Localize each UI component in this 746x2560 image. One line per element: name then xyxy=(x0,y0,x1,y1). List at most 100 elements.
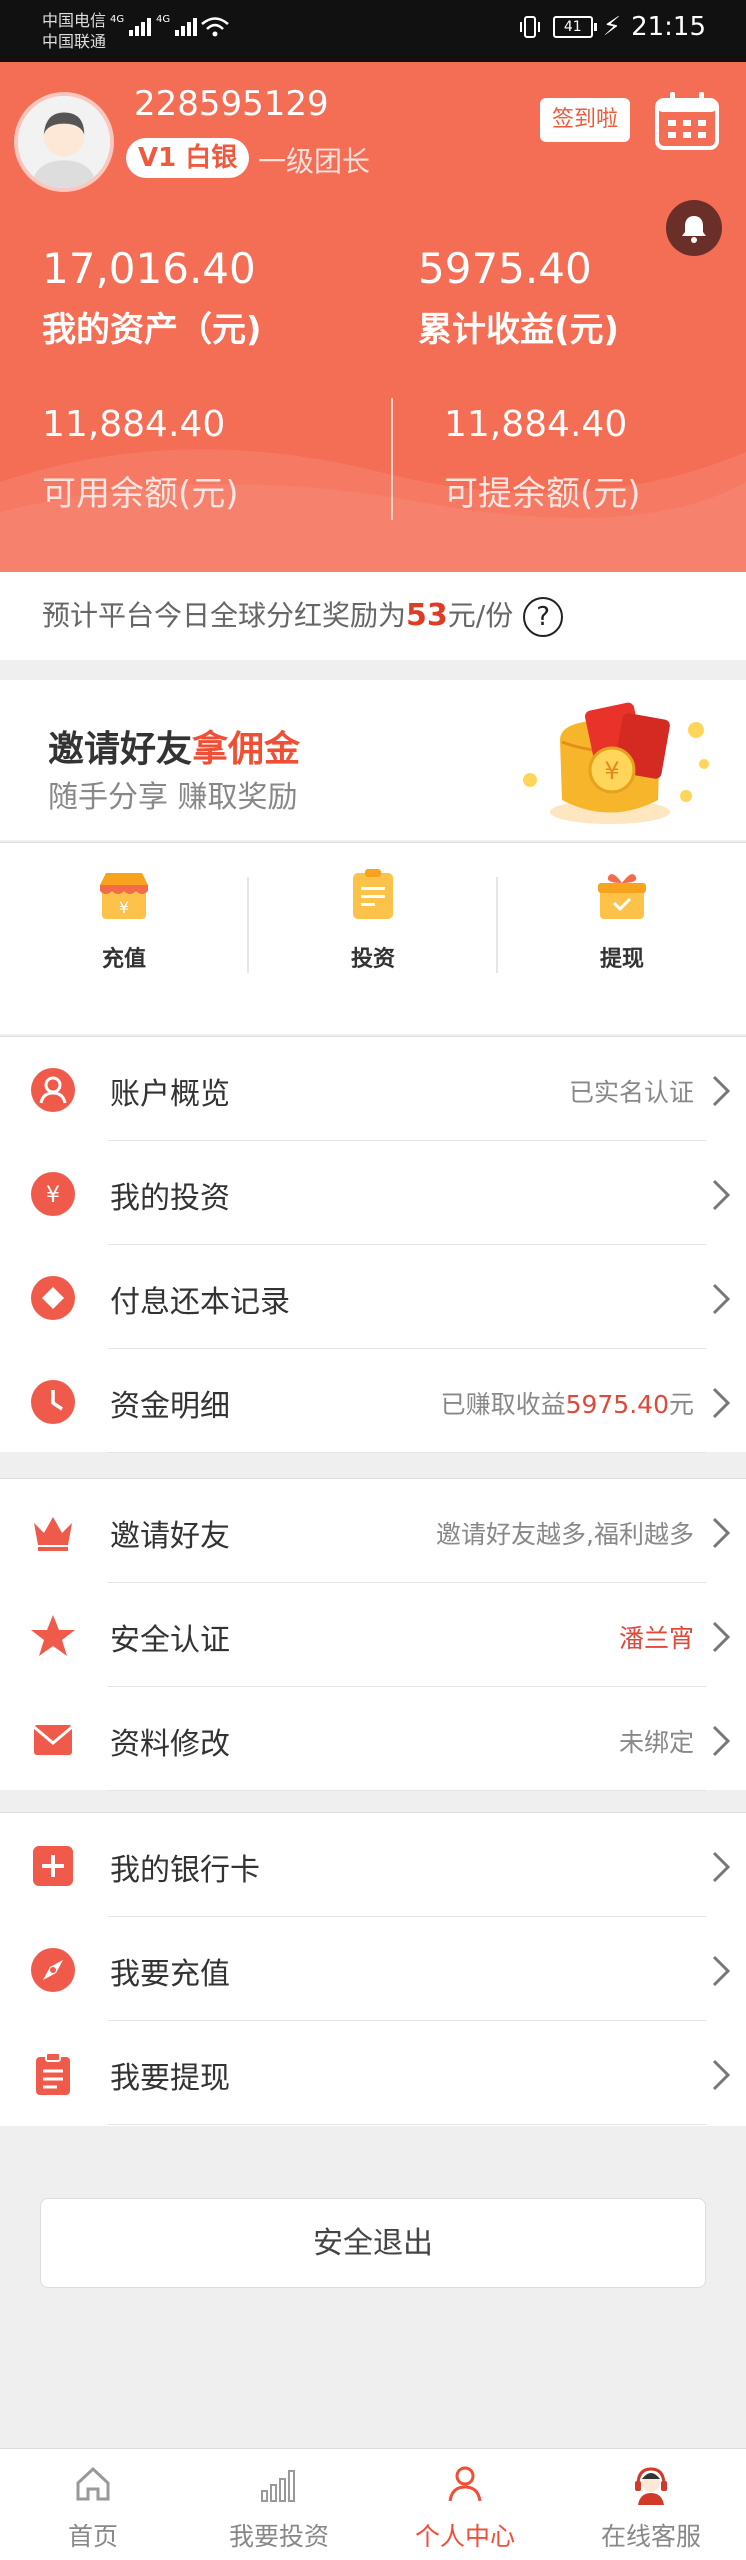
menu-item-invite-friends[interactable]: 邀请好友 邀请好友越多,福利越多 xyxy=(0,1479,746,1583)
bell-icon xyxy=(682,216,706,243)
earned-income-prefix: 已赚取收益 xyxy=(440,1390,566,1419)
checkin-button[interactable]: 签到啦 xyxy=(540,98,631,142)
avatar[interactable] xyxy=(14,92,114,192)
earned-income-suffix: 元 xyxy=(668,1390,694,1419)
menu-item-label: 我要提现 xyxy=(110,2061,230,2096)
chevron-right-icon xyxy=(712,1725,731,1757)
calendar-icon[interactable] xyxy=(654,90,720,152)
clipboard-icon xyxy=(353,869,393,919)
chevron-right-icon xyxy=(712,2059,731,2091)
mail-icon xyxy=(33,1725,73,1755)
gift-icon xyxy=(598,874,646,919)
withdrawable-balance-label: 可提余额(元) xyxy=(444,474,641,514)
chevron-right-icon xyxy=(712,1517,731,1549)
logout-button[interactable]: 安全退出 xyxy=(40,2198,706,2288)
status-bar: 中国电信 中国联通 4G 4G 41 ⚡ 21:15 xyxy=(0,0,746,62)
row-separator xyxy=(108,2124,706,2125)
quick-actions: ¥ 充值 投资 提现 xyxy=(0,842,746,1034)
tab-invest[interactable]: 我要投资 xyxy=(186,2463,372,2553)
available-balance-label: 可用余额(元) xyxy=(42,474,239,514)
chevron-right-icon xyxy=(712,1621,731,1653)
menu-item-label: 邀请好友 xyxy=(110,1519,230,1554)
status-right: 41 ⚡ 21:15 xyxy=(517,12,706,42)
svg-text:¥: ¥ xyxy=(604,757,619,785)
menu-item-value: 已赚取收益5975.40元 xyxy=(441,1385,694,1421)
notice-amount: 53 xyxy=(406,598,448,633)
star-icon xyxy=(31,1615,75,1656)
support-agent-icon xyxy=(635,2467,667,2505)
tab-label: 在线客服 xyxy=(600,2522,701,2551)
invite-title: 邀请好友拿佣金 xyxy=(48,720,300,772)
available-balance-value: 11,884.40 xyxy=(42,404,226,445)
invite-title-main: 邀请好友 xyxy=(48,729,193,770)
signal-icon: 4G xyxy=(110,14,152,36)
quick-action-invest[interactable]: 投资 xyxy=(249,867,497,973)
menu-item-my-investments[interactable]: ¥ 我的投资 xyxy=(0,1141,746,1245)
menu-item-label: 付息还本记录 xyxy=(110,1285,290,1320)
quick-action-invest-label: 投资 xyxy=(350,947,395,972)
clock-time: 21:15 xyxy=(631,12,706,42)
menu-item-recharge[interactable]: 我要充值 xyxy=(0,1917,746,2021)
tab-customer-service[interactable]: 在线客服 xyxy=(558,2463,744,2553)
menu-section-funds: 我的银行卡 我要充值 我要提现 xyxy=(0,1812,746,2126)
withdrawable-balance-value: 11,884.40 xyxy=(444,404,628,445)
menu-item-value: 潘兰宵 xyxy=(618,1624,694,1653)
vibrate-icon xyxy=(519,16,540,38)
help-icon[interactable]: ? xyxy=(523,597,564,637)
total-income-label: 累计收益(元) xyxy=(418,310,620,350)
carrier-names: 中国电信 中国联通 xyxy=(42,10,106,52)
battery-icon: 41 xyxy=(552,16,597,38)
default-avatar-icon xyxy=(18,96,110,188)
list-icon xyxy=(36,2052,70,2095)
plus-card-icon xyxy=(33,1846,73,1886)
menu-section-profile: 邀请好友 邀请好友越多,福利越多 安全认证 潘兰宵 资料修改 未绑定 xyxy=(0,1478,746,1791)
home-icon xyxy=(76,2466,110,2501)
menu-item-bank-card[interactable]: 我的银行卡 xyxy=(0,1813,746,1917)
user-icon xyxy=(31,1068,75,1112)
menu-item-edit-profile[interactable]: 资料修改 未绑定 xyxy=(0,1687,746,1791)
menu-item-account-overview[interactable]: 账户概览 已实名认证 xyxy=(0,1037,746,1141)
signal-icon: 4G xyxy=(156,14,198,36)
level-title: 一级团长 xyxy=(258,145,371,178)
chevron-right-icon xyxy=(712,1283,731,1315)
yuan-icon: ¥ xyxy=(31,1172,75,1216)
invite-title-accent: 拿佣金 xyxy=(192,729,301,770)
carrier-1: 中国电信 xyxy=(42,11,107,30)
menu-item-fund-details[interactable]: 资金明细 已赚取收益5975.40元 xyxy=(0,1349,746,1453)
quick-action-recharge[interactable]: ¥ 充值 xyxy=(0,867,248,973)
svg-text:¥: ¥ xyxy=(46,1183,60,1208)
earned-income-amount: 5975.40 xyxy=(565,1390,669,1419)
wifi-icon xyxy=(201,17,229,37)
level-badge: V1 白银 xyxy=(126,138,250,178)
chevron-right-icon xyxy=(712,1179,731,1211)
menu-item-withdraw[interactable]: 我要提现 xyxy=(0,2021,746,2125)
total-income-value: 5975.40 xyxy=(418,244,592,293)
tab-profile[interactable]: 个人中心 xyxy=(372,2463,558,2553)
network-type-1: 4G xyxy=(110,14,125,25)
total-assets-value: 17,016.40 xyxy=(42,244,256,293)
notification-bell-button[interactable] xyxy=(666,200,722,256)
quick-action-recharge-label: 充值 xyxy=(101,947,146,972)
row-separator xyxy=(108,1452,706,1453)
menu-item-value: 未绑定 xyxy=(618,1728,694,1757)
carrier-2: 中国联通 xyxy=(42,32,107,51)
invite-banner[interactable]: 邀请好友拿佣金 随手分享 赚取奖励 ¥ xyxy=(0,680,746,840)
chevron-right-icon xyxy=(712,1851,731,1883)
crown-icon xyxy=(34,1517,72,1551)
menu-item-security-verification[interactable]: 安全认证 潘兰宵 xyxy=(0,1583,746,1687)
menu-item-label: 我的银行卡 xyxy=(110,1853,260,1888)
shop-icon: ¥ xyxy=(100,873,148,919)
menu-item-label: 安全认证 xyxy=(110,1623,230,1658)
username: 228595129 xyxy=(134,84,329,124)
tab-home[interactable]: 首页 xyxy=(0,2463,186,2553)
compass-icon xyxy=(31,1948,75,1992)
menu-item-value: 已实名认证 xyxy=(568,1078,694,1107)
bottom-tab-bar: 首页 我要投资 个人中心 在线客服 xyxy=(0,2448,746,2560)
menu-item-repayment-records[interactable]: 付息还本记录 xyxy=(0,1245,746,1349)
quick-action-withdraw[interactable]: 提现 xyxy=(498,867,746,973)
svg-text:¥: ¥ xyxy=(119,898,129,917)
invite-subtitle: 随手分享 赚取奖励 xyxy=(48,780,298,815)
tab-label: 我要投资 xyxy=(228,2522,329,2551)
notice-suffix: 元/份 xyxy=(447,599,514,632)
menu-section-account: 账户概览 已实名认证 ¥ 我的投资 付息还本记录 资金明细 已赚取收益5975.… xyxy=(0,1036,746,1453)
